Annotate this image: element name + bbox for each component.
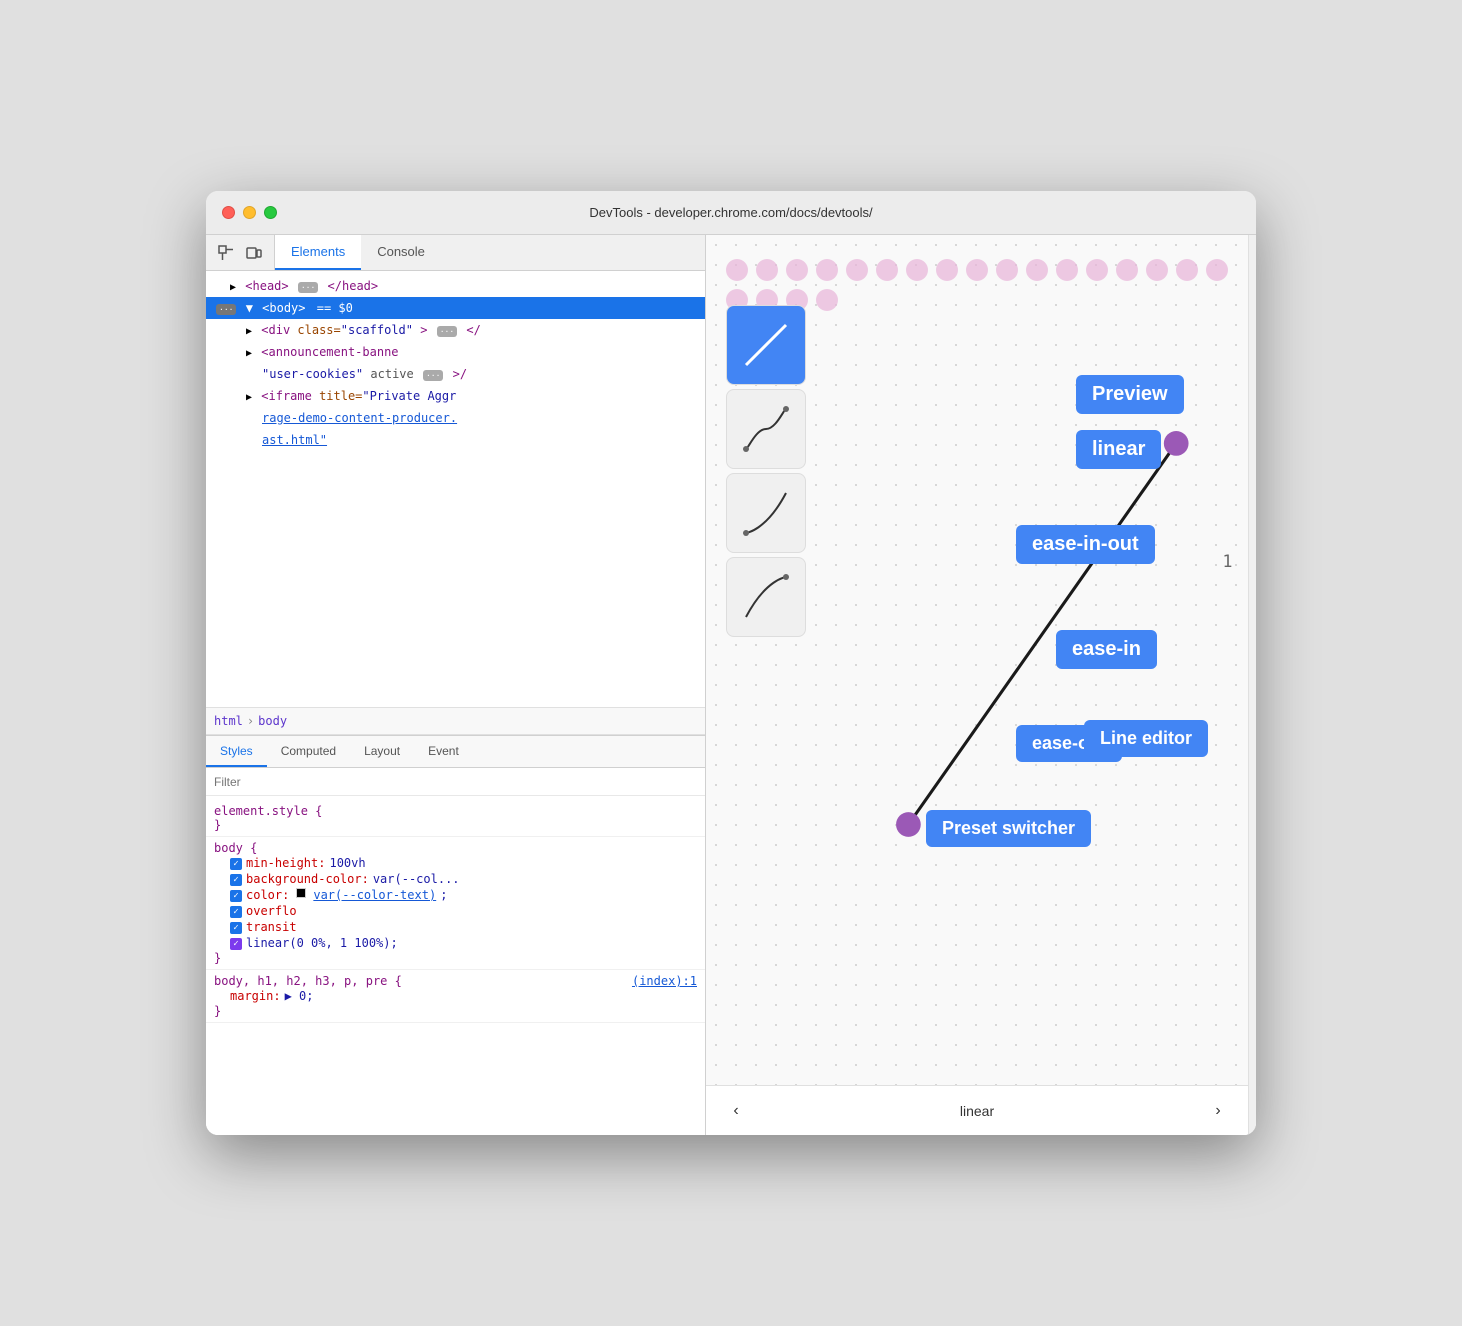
html-line-div[interactable]: ▶ <div class="scaffold" > ··· </ — [206, 319, 705, 341]
prop-linear: linear(0 0%, 1 100%); — [214, 935, 697, 951]
pink-dot — [846, 259, 868, 281]
device-icon[interactable] — [242, 241, 266, 265]
tab-event[interactable]: Event — [414, 736, 473, 767]
tab-computed[interactable]: Computed — [267, 736, 350, 767]
prev-button[interactable]: ‹ — [722, 1097, 750, 1125]
editor-footer: ‹ linear › — [706, 1085, 1248, 1135]
pink-dot — [966, 259, 988, 281]
right-panel: 1 Preview linear ease-in-out ease-in — [706, 235, 1248, 1135]
next-button[interactable]: › — [1204, 1097, 1232, 1125]
minimize-button[interactable] — [243, 206, 256, 219]
callout-preset-switcher: Preset switcher — [926, 810, 1091, 847]
rule-body-headings: body, h1, h2, h3, p, pre { (index):1 mar… — [206, 970, 705, 1023]
left-panel: Elements Console ▶ <head> ··· </head> ··… — [206, 235, 706, 1135]
pink-dot — [816, 259, 838, 281]
source-link[interactable]: (index):1 — [632, 974, 697, 988]
pink-dot — [1026, 259, 1048, 281]
maximize-button[interactable] — [264, 206, 277, 219]
prop-transition: transit — [214, 919, 697, 935]
prop-checkbox[interactable] — [230, 906, 242, 918]
titlebar: DevTools - developer.chrome.com/docs/dev… — [206, 191, 1256, 235]
line-editor-area: 1 — [826, 305, 1238, 1035]
traffic-lights — [222, 206, 277, 219]
preset-ease-in[interactable] — [726, 473, 806, 553]
devtools-body: Elements Console ▶ <head> ··· </head> ··… — [206, 235, 1256, 1135]
styles-tab-bar: Styles Computed Layout Event — [206, 736, 705, 768]
svg-text:1: 1 — [1223, 552, 1233, 571]
breadcrumb-html[interactable]: html — [214, 714, 243, 728]
preset-ease-in-out[interactable] — [726, 389, 806, 469]
prop-color: color: var(--color-text); — [214, 887, 697, 903]
prop-checkbox-purple[interactable] — [230, 938, 242, 950]
html-line-rage[interactable]: rage-demo-content-producer. — [206, 407, 705, 429]
tab-styles[interactable]: Styles — [206, 736, 267, 767]
pink-dot — [1116, 259, 1138, 281]
pink-dot — [876, 259, 898, 281]
color-swatch[interactable] — [296, 888, 306, 898]
rule-element-style: element.style { } — [206, 800, 705, 837]
current-preset-label: linear — [960, 1103, 994, 1119]
tab-console[interactable]: Console — [361, 235, 441, 270]
html-line-iframe[interactable]: ▶ <iframe title="Private Aggr — [206, 385, 705, 407]
tab-elements[interactable]: Elements — [275, 235, 361, 270]
close-button[interactable] — [222, 206, 235, 219]
prop-bg-color: background-color: var(--col... — [214, 871, 697, 887]
html-line-announcement[interactable]: ▶ <announcement-banne — [206, 341, 705, 363]
html-line[interactable]: ▶ <head> ··· </head> — [206, 275, 705, 297]
prop-checkbox[interactable] — [230, 890, 242, 902]
preview-canvas: 1 Preview linear ease-in-out ease-in — [706, 235, 1248, 1085]
styles-content: element.style { } body { min-height: 100… — [206, 796, 705, 1135]
prop-min-height: min-height: 100vh — [214, 855, 697, 871]
prop-overflow: overflo — [214, 903, 697, 919]
styles-panel: Styles Computed Layout Event — [206, 735, 705, 1135]
pink-dot — [996, 259, 1018, 281]
line-editor-svg: 1 — [826, 305, 1238, 1035]
main-tab-bar: Elements Console — [206, 235, 705, 271]
callout-linear: linear — [1076, 430, 1161, 469]
preview-area: 1 Preview linear ease-in-out ease-in — [706, 235, 1248, 1085]
pink-dot — [1146, 259, 1168, 281]
toolbar-icons — [206, 235, 275, 270]
breadcrumb: html › body — [206, 707, 705, 735]
html-line-cookies[interactable]: "user-cookies" active ··· >/ — [206, 363, 705, 385]
callout-preview: Preview — [1076, 375, 1184, 414]
filter-input[interactable] — [214, 775, 697, 789]
pink-dot — [786, 259, 808, 281]
handle-start[interactable] — [896, 812, 921, 837]
pink-dots-row — [726, 259, 1228, 311]
preset-ease-out[interactable] — [726, 557, 806, 637]
pink-dot — [1086, 259, 1108, 281]
scrollbar[interactable] — [1248, 235, 1256, 1135]
rule-body: body { min-height: 100vh background-colo… — [206, 837, 705, 970]
html-line-body[interactable]: ··· ▼ <body> == $0 — [206, 297, 705, 319]
window-title: DevTools - developer.chrome.com/docs/dev… — [589, 205, 872, 220]
handle-end[interactable] — [1164, 431, 1189, 456]
pink-dot — [756, 259, 778, 281]
presets-column — [726, 305, 806, 637]
html-line-ast[interactable]: ast.html" — [206, 429, 705, 451]
tab-layout[interactable]: Layout — [350, 736, 414, 767]
preset-linear[interactable] — [726, 305, 806, 385]
inspect-icon[interactable] — [214, 241, 238, 265]
callout-ease-in-out: ease-in-out — [1016, 525, 1155, 564]
filter-bar — [206, 768, 705, 796]
elements-panel[interactable]: ▶ <head> ··· </head> ··· ▼ <body> == $0 … — [206, 271, 705, 707]
devtools-window: DevTools - developer.chrome.com/docs/dev… — [206, 191, 1256, 1135]
pink-dot — [1176, 259, 1198, 281]
callout-ease-in: ease-in — [1056, 630, 1157, 669]
prop-margin: margin: ▶ 0; — [214, 988, 697, 1004]
pink-dot — [726, 259, 748, 281]
pink-dot — [1056, 259, 1078, 281]
prop-checkbox[interactable] — [230, 922, 242, 934]
breadcrumb-body[interactable]: body — [258, 714, 287, 728]
prop-checkbox[interactable] — [230, 874, 242, 886]
pink-dot — [906, 259, 928, 281]
callout-line-editor: Line editor — [1084, 720, 1208, 757]
pink-dot — [1206, 259, 1228, 281]
pink-dot — [936, 259, 958, 281]
prop-checkbox[interactable] — [230, 858, 242, 870]
